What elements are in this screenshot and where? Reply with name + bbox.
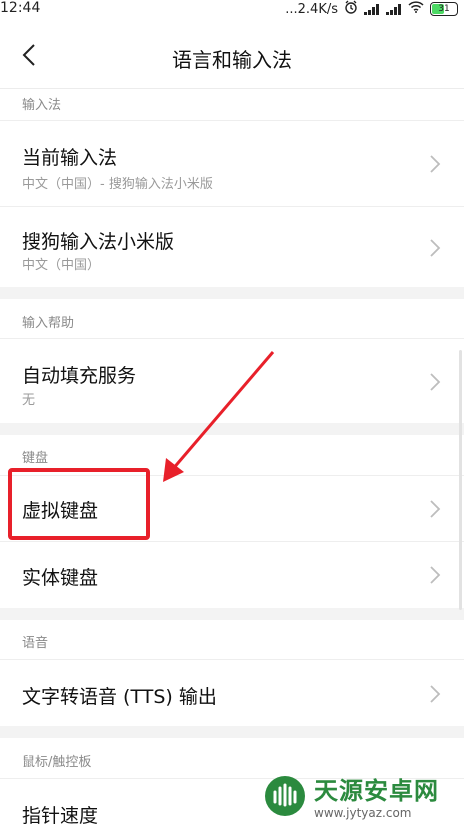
watermark: 天源安卓网 www.jytyaz.com [262,769,458,821]
watermark-logo-icon [265,776,305,816]
watermark-url: www.jytyaz.com [314,805,412,820]
red-arrow-icon [163,351,275,482]
watermark-name: 天源安卓网 [314,776,439,805]
